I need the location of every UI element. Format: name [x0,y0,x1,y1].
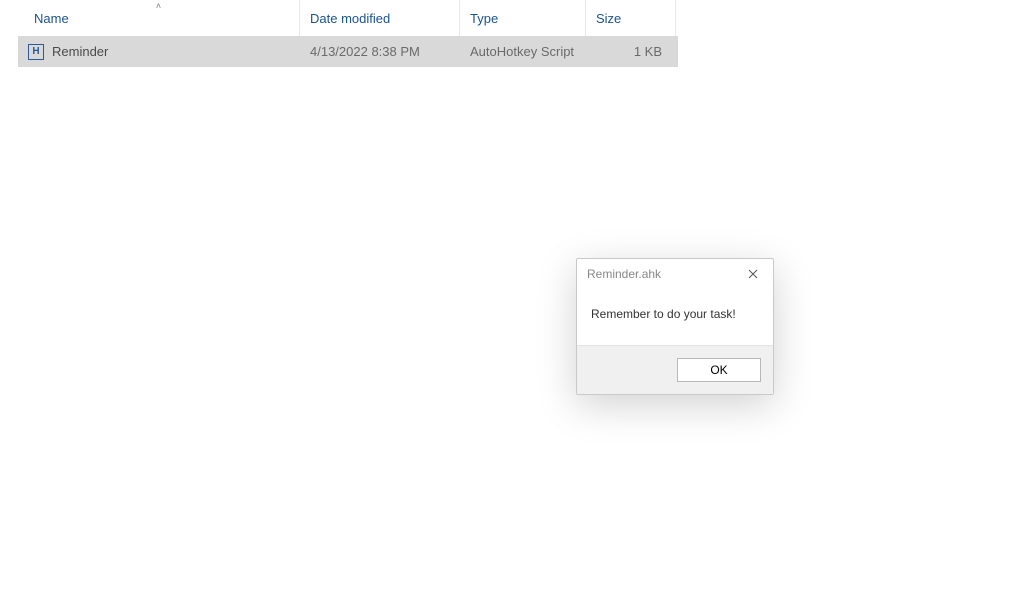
sort-ascending-icon: ˄ [156,1,161,11]
dialog-message: Remember to do your task! [577,289,773,345]
column-header-name[interactable]: Name ˄ [18,0,300,36]
file-name-cell: H Reminder [18,44,300,60]
column-header-row: Name ˄ Date modified Type Size [18,0,678,36]
file-row[interactable]: H Reminder 4/13/2022 8:38 PM AutoHotkey … [18,36,678,67]
column-label: Date modified [310,11,390,26]
autohotkey-file-icon: H [28,44,44,60]
dialog-footer: OK [577,345,773,394]
dialog-titlebar[interactable]: Reminder.ahk [577,259,773,289]
message-dialog: Reminder.ahk Remember to do your task! O… [576,258,774,395]
file-list-view: Name ˄ Date modified Type Size H Reminde… [18,0,678,67]
column-header-size[interactable]: Size [586,0,676,36]
column-label: Type [470,11,498,26]
file-date-cell: 4/13/2022 8:38 PM [300,44,460,59]
dialog-title: Reminder.ahk [587,267,661,281]
file-name-text: Reminder [52,44,108,59]
ok-button[interactable]: OK [677,358,761,382]
column-header-date[interactable]: Date modified [300,0,460,36]
column-header-type[interactable]: Type [460,0,586,36]
file-type-cell: AutoHotkey Script [460,44,586,59]
file-size-cell: 1 KB [586,44,676,59]
close-button[interactable] [735,260,771,288]
column-label: Name [34,11,69,26]
close-icon [748,269,758,279]
column-label: Size [596,11,621,26]
